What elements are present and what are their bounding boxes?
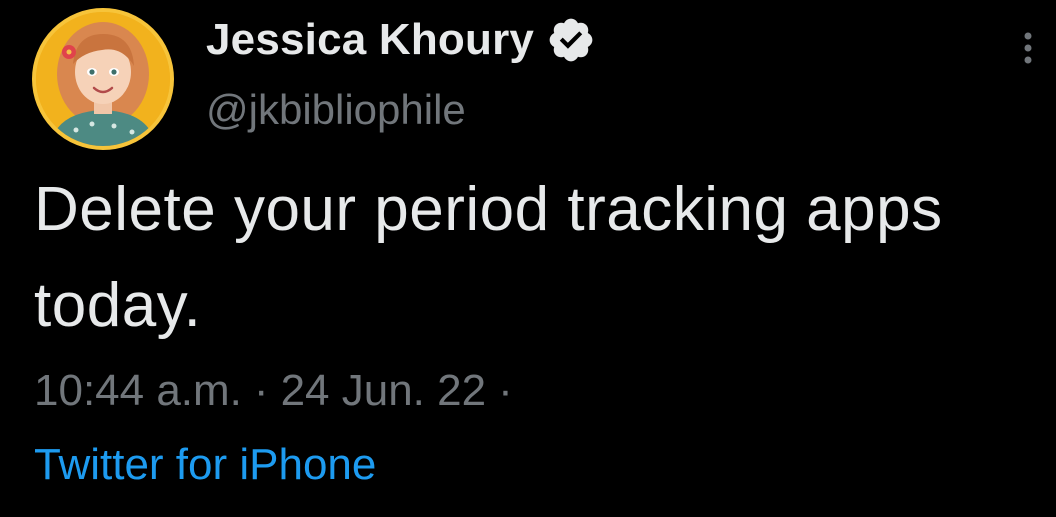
user-handle[interactable]: @jkbibliophile: [206, 86, 466, 134]
name-row: Jessica Khoury: [206, 12, 596, 68]
tweet-text: Delete your period tracking apps today.: [34, 175, 943, 340]
meta-separator-trailing: ·: [498, 366, 513, 415]
avatar[interactable]: [32, 8, 174, 150]
tweet-card: Jessica Khoury @jkbibliophile Delete you…: [0, 0, 1056, 517]
tweet-date[interactable]: 24 Jun. 22: [281, 366, 487, 416]
meta-separator: ·: [253, 366, 269, 415]
display-name[interactable]: Jessica Khoury: [206, 15, 534, 65]
avatar-illustration: [36, 12, 170, 146]
more-options-icon[interactable]: [1018, 28, 1038, 68]
tweet-meta: 10:44 a.m. · 24 Jun. 22 ·: [34, 366, 525, 416]
verified-badge-icon: [546, 15, 596, 65]
tweet-source-link[interactable]: Twitter for iPhone: [34, 440, 376, 490]
tweet-time[interactable]: 10:44 a.m.: [34, 366, 242, 416]
